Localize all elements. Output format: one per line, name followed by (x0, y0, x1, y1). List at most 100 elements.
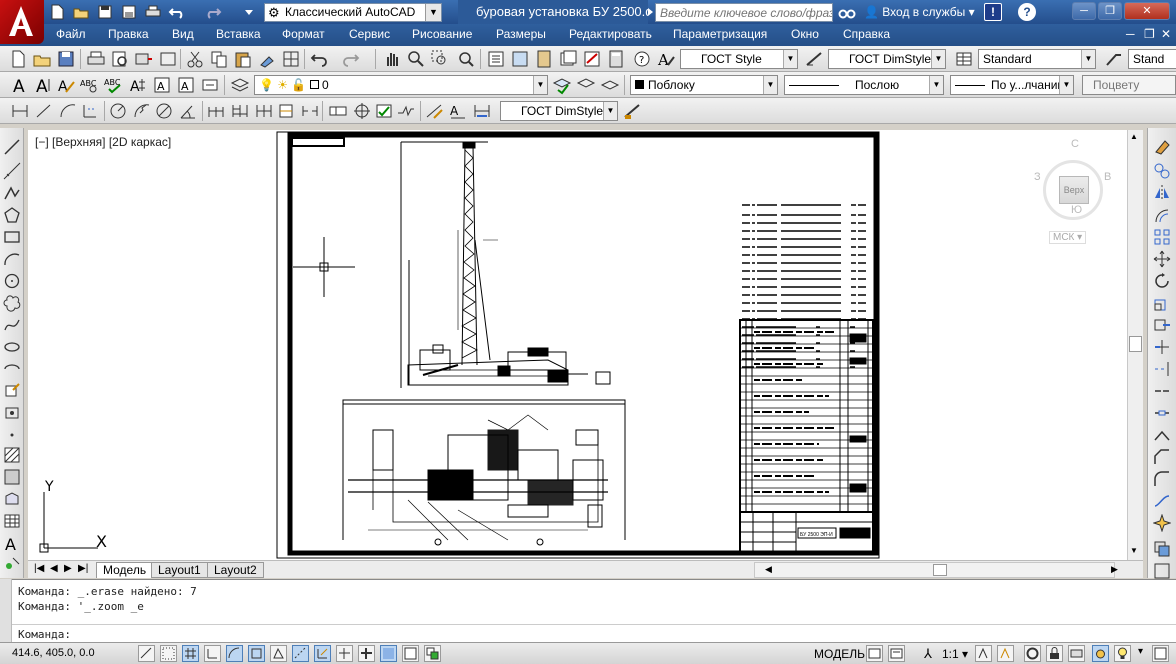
polyline-icon[interactable] (3, 184, 21, 202)
fillet-icon[interactable] (1153, 470, 1171, 488)
markup-icon[interactable] (582, 49, 602, 69)
line-icon[interactable] (3, 138, 21, 156)
quick-view-layouts-icon[interactable] (866, 645, 883, 662)
dim-style-select-2[interactable]: ГОСТ DimStyle ▼ (500, 101, 618, 121)
allow-ucs-icon[interactable] (314, 645, 331, 662)
isolate-objects-icon[interactable] (1092, 645, 1109, 662)
rotate-icon[interactable] (1153, 272, 1171, 290)
edit-text-icon[interactable]: A (56, 75, 76, 95)
zoom-window-icon[interactable] (430, 49, 450, 69)
save-icon[interactable] (96, 3, 114, 21)
center-mark-icon[interactable] (352, 101, 372, 121)
status-menu-icon[interactable]: ▾ (1138, 646, 1143, 657)
viewcube[interactable]: Верх С Ю З В МСК ▾ (1033, 138, 1113, 250)
menu-dimension[interactable]: Размеры (496, 27, 546, 41)
doc-minimize-icon[interactable]: ─ (1126, 27, 1135, 41)
close-button[interactable]: ✕ (1124, 2, 1170, 20)
clean-screen-icon[interactable] (1152, 645, 1169, 662)
select-similar-icon[interactable] (1153, 562, 1171, 580)
hscroll-thumb[interactable] (933, 564, 947, 576)
drawing-canvas[interactable]: БУ 2500 ЭП-И Верх С Ю З В МСК ▾ Y X (28, 130, 1127, 560)
object-snap-tracking-icon[interactable] (292, 645, 309, 662)
point-icon[interactable] (3, 426, 21, 444)
single-line-text-icon[interactable]: A (34, 75, 54, 97)
lineweight-icon[interactable] (358, 645, 375, 662)
text-style-icon[interactable]: A (656, 49, 676, 69)
chamfer-icon[interactable] (1153, 448, 1171, 466)
table-icon[interactable] (3, 512, 21, 530)
spline-icon[interactable] (3, 316, 21, 334)
properties-icon[interactable] (486, 49, 506, 69)
array-icon[interactable] (1153, 228, 1171, 246)
tool-palettes-icon[interactable] (534, 49, 554, 69)
stretch-icon[interactable] (1153, 316, 1171, 334)
trim-icon[interactable] (1153, 338, 1171, 356)
quick-properties-icon[interactable] (402, 645, 419, 662)
redo-icon[interactable] (341, 49, 361, 69)
3d-dwf-icon[interactable] (158, 49, 178, 69)
expand-search-icon[interactable] (641, 3, 653, 21)
quick-dim-icon[interactable] (206, 101, 226, 121)
compass-north[interactable]: С (1071, 138, 1079, 150)
command-window-grip[interactable] (0, 579, 12, 642)
spell-check-icon[interactable]: ABC (104, 75, 124, 95)
command-prompt[interactable]: Команда: (18, 628, 71, 641)
text-scale-icon[interactable]: A (128, 75, 148, 95)
block-editor-icon[interactable] (281, 49, 301, 69)
text-frame-icon[interactable] (200, 75, 220, 95)
menu-tools[interactable]: Сервис (349, 27, 390, 41)
cut-icon[interactable] (185, 49, 205, 69)
ucs-menu[interactable]: МСК ▾ (1049, 231, 1087, 244)
arc-length-icon[interactable] (58, 101, 78, 121)
quick-view-drawings-icon[interactable] (888, 645, 905, 662)
vertical-scrollbar[interactable]: ▲ ▼ (1127, 130, 1143, 560)
arc-icon[interactable] (3, 250, 21, 268)
menu-help[interactable]: Справка (843, 27, 890, 41)
tolerance-icon[interactable] (328, 101, 348, 121)
ellipse-icon[interactable] (3, 338, 21, 356)
polar-tracking-icon[interactable] (226, 645, 243, 662)
search-input[interactable] (655, 3, 833, 22)
infer-constraints-icon[interactable] (138, 645, 155, 662)
ortho-mode-icon[interactable] (204, 645, 221, 662)
model-space-toggle[interactable]: МОДЕЛЬ (814, 647, 865, 661)
scroll-left-icon[interactable]: ◀ (765, 564, 772, 575)
dim-space-icon[interactable] (276, 101, 296, 121)
offset-icon[interactable] (1153, 206, 1171, 224)
hardware-acceleration-icon[interactable] (1068, 645, 1085, 662)
rectangle-icon[interactable] (3, 228, 21, 246)
pan-icon[interactable] (382, 49, 402, 69)
saveas-icon[interactable] (120, 3, 138, 21)
paste-icon[interactable] (233, 49, 253, 69)
dim-update-icon[interactable] (472, 101, 492, 121)
zoom-previous-icon[interactable] (456, 49, 476, 69)
jogged-linear-icon[interactable] (396, 101, 416, 121)
zoom-realtime-icon[interactable] (406, 49, 426, 69)
layer-state-icon[interactable] (600, 75, 620, 95)
app-menu-button[interactable] (0, 0, 44, 44)
3d-osnap-icon[interactable] (270, 645, 287, 662)
qa-dropdown-icon[interactable] (240, 3, 258, 21)
baseline-dim-icon[interactable] (230, 101, 250, 121)
dim-edit-icon[interactable] (424, 101, 444, 121)
menu-parametric[interactable]: Параметризация (673, 27, 767, 41)
layer-properties-icon[interactable] (230, 75, 250, 95)
grid-display-icon[interactable] (182, 645, 199, 662)
extend-icon[interactable] (1153, 360, 1171, 378)
prev-tab-icon[interactable]: ◀ (50, 563, 58, 574)
transparency-icon[interactable] (380, 645, 397, 662)
plot-icon[interactable] (144, 3, 162, 21)
sign-in-button[interactable]: 👤 Вход в службы ▾ (864, 3, 975, 22)
ordinate-dim-icon[interactable] (80, 101, 100, 121)
mtext-icon[interactable]: A (3, 534, 21, 554)
next-tab-icon[interactable]: ▶ (64, 563, 72, 574)
construction-line-icon[interactable] (3, 162, 21, 180)
object-snap-icon[interactable] (248, 645, 265, 662)
save-icon[interactable] (56, 49, 76, 69)
gradient-icon[interactable] (3, 468, 21, 486)
publish-icon[interactable] (134, 49, 154, 69)
region-icon[interactable] (3, 490, 21, 508)
color-select[interactable]: Поблоку ▼ (630, 75, 778, 95)
minimize-button[interactable]: ─ (1072, 2, 1096, 20)
maximize-button[interactable]: ❐ (1098, 2, 1122, 20)
